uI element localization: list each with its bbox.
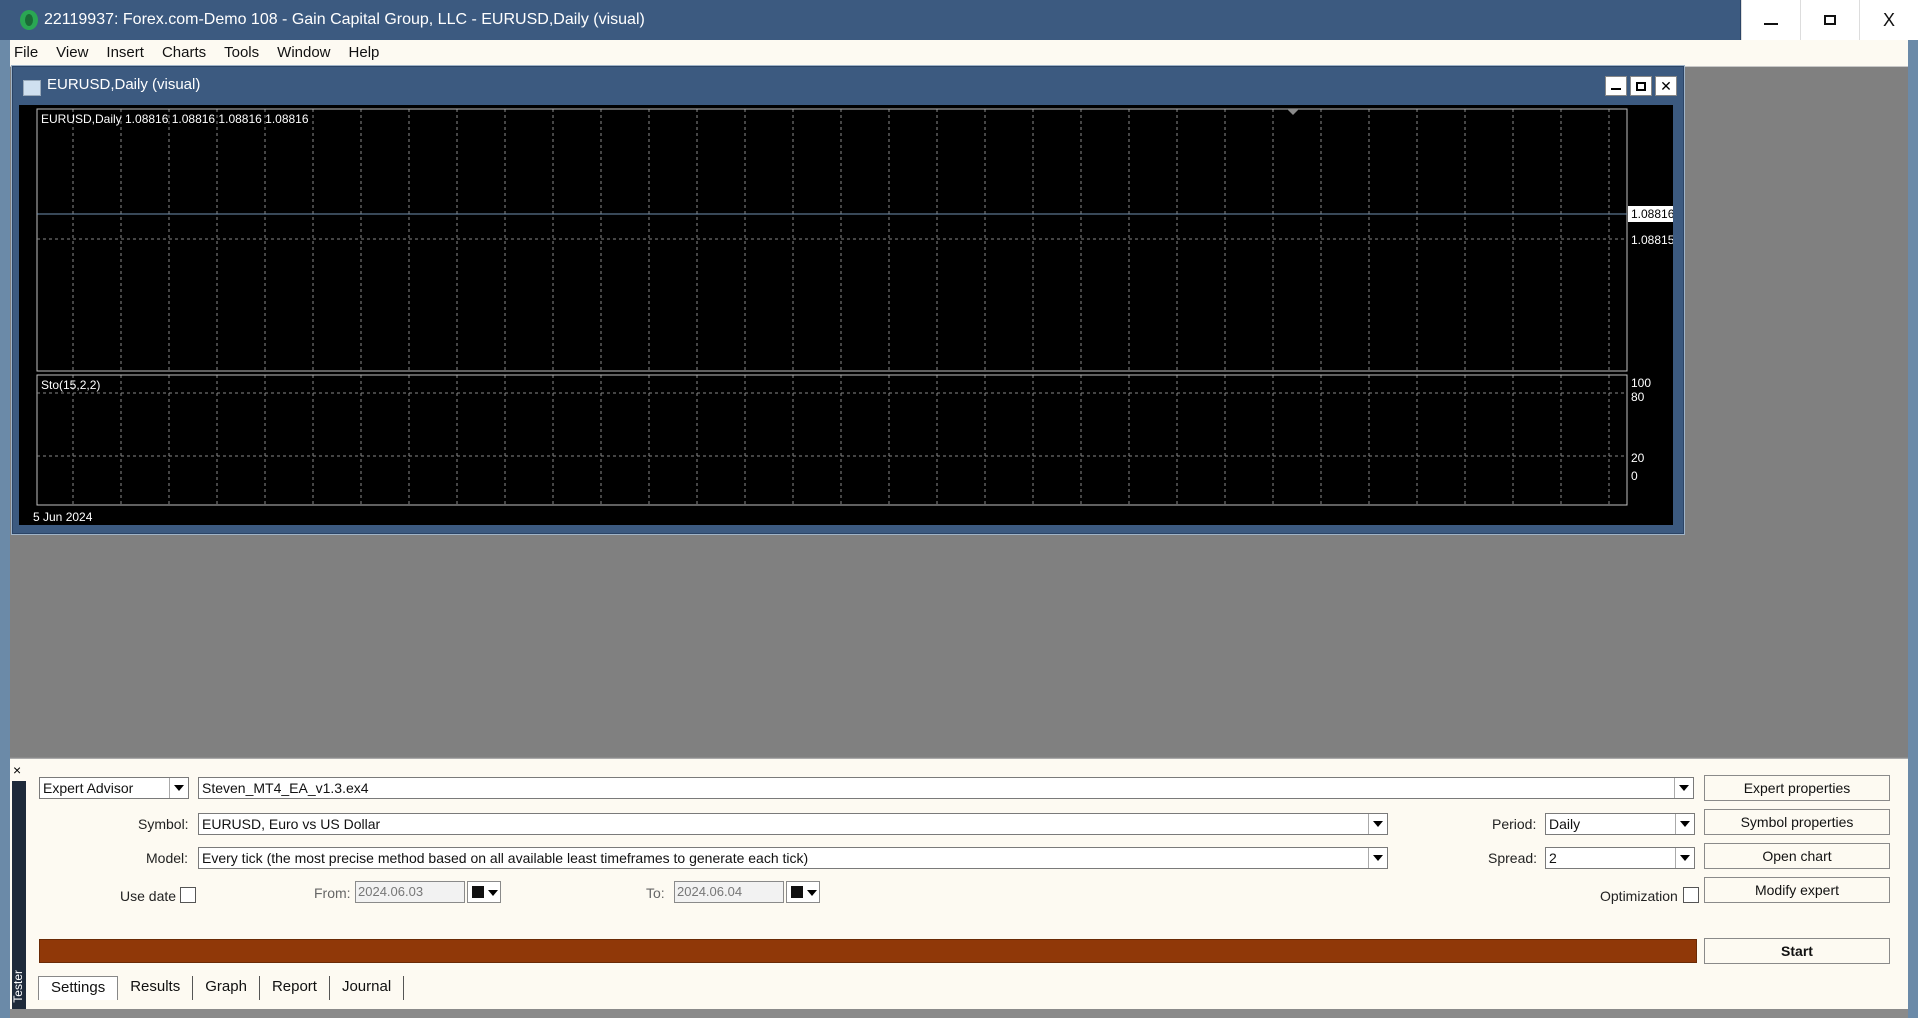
menu-charts[interactable]: Charts — [153, 40, 215, 66]
indicator-pane-frame — [36, 374, 1628, 506]
chart-icon — [23, 80, 41, 96]
indicator-tick-100: 100 — [1631, 376, 1651, 390]
chevron-down-icon — [488, 890, 498, 896]
use-date-checkbox[interactable] — [180, 887, 196, 903]
tester-side-tab: Tester — [11, 781, 26, 1009]
chart-header-label: EURUSD,Daily 1.08816 1.08816 1.08816 1.0… — [41, 112, 309, 126]
current-price-label: 1.08816 — [1631, 207, 1673, 221]
chart-minimize-button[interactable] — [1605, 76, 1627, 96]
symbol-combo[interactable]: EURUSD, Euro vs US Dollar — [198, 813, 1388, 835]
expert-file-value: Steven_MT4_EA_v1.3.ex4 — [202, 780, 369, 796]
optimization-checkbox[interactable] — [1683, 887, 1699, 903]
chart-maximize-button[interactable] — [1630, 76, 1652, 96]
model-label: Model: — [146, 850, 189, 866]
model-value: Every tick (the most precise method base… — [202, 850, 809, 866]
shift-marker-icon[interactable] — [1287, 109, 1299, 115]
period-combo[interactable]: Daily — [1545, 813, 1695, 835]
test-progress-bar — [39, 939, 1697, 963]
chevron-down-icon[interactable] — [169, 778, 188, 798]
indicator-label: Sto(15,2,2) — [41, 378, 100, 392]
app-icon — [20, 10, 38, 30]
chevron-down-icon[interactable] — [1674, 778, 1693, 798]
tab-journal[interactable]: Journal — [330, 976, 405, 1000]
menu-help[interactable]: Help — [340, 40, 389, 66]
chart-window-titlebar[interactable]: EURUSD,Daily (visual) ✕ — [13, 67, 1683, 105]
vertical-gridlines — [72, 109, 1610, 505]
maximize-button[interactable] — [1800, 0, 1859, 40]
close-button[interactable]: X — [1859, 0, 1918, 40]
maximize-icon — [1636, 81, 1646, 91]
indicator-tick-20: 20 — [1631, 451, 1645, 465]
title-bar: 22119937: Forex.com-Demo 108 - Gain Capi… — [0, 0, 1918, 40]
symbol-properties-button[interactable]: Symbol properties — [1704, 809, 1890, 835]
date-label: 5 Jun 2024 — [33, 510, 93, 524]
from-label: From: — [314, 885, 351, 901]
spread-value: 2 — [1549, 850, 1557, 866]
window-controls: X — [1740, 0, 1918, 40]
spread-label: Spread: — [1488, 850, 1538, 866]
minimize-icon — [1611, 88, 1621, 90]
chevron-down-icon[interactable] — [1368, 814, 1387, 834]
menu-insert[interactable]: Insert — [97, 40, 153, 66]
chevron-down-icon[interactable] — [1368, 848, 1387, 868]
expert-file-combo[interactable]: Steven_MT4_EA_v1.3.ex4 — [198, 777, 1694, 799]
symbol-label: Symbol: — [138, 816, 189, 832]
spread-combo[interactable]: 2 — [1545, 847, 1695, 869]
tab-graph[interactable]: Graph — [193, 976, 260, 1000]
to-date-picker[interactable] — [786, 881, 820, 903]
tester-tabs: Settings Results Graph Report Journal — [38, 976, 405, 1000]
menu-bar: File View Insert Charts Tools Window Help — [0, 40, 1918, 67]
chart-window: EURUSD,Daily (visual) ✕ EURUSD,Daily 1.0… — [12, 66, 1684, 534]
from-date-input[interactable]: 2024.06.03 — [355, 881, 465, 903]
main-pane-frame — [36, 108, 1628, 372]
open-chart-button[interactable]: Open chart — [1704, 843, 1890, 869]
tab-settings[interactable]: Settings — [38, 976, 119, 1000]
use-date-label: Use date — [120, 888, 177, 904]
menu-tools[interactable]: Tools — [215, 40, 268, 66]
left-border — [0, 40, 10, 1018]
tester-side-label: Tester — [11, 970, 25, 1003]
period-label: Period: — [1492, 816, 1537, 832]
strategy-tester-panel: × Tester Expert Advisor Steven_MT4_EA_v1… — [10, 758, 1908, 1009]
indicator-tick-0: 0 — [1631, 469, 1638, 483]
tab-report[interactable]: Report — [260, 976, 330, 1000]
minimize-button[interactable] — [1741, 0, 1800, 40]
chevron-down-icon[interactable] — [1675, 814, 1694, 834]
tester-type-combo[interactable]: Expert Advisor — [39, 777, 189, 799]
window-title: 22119937: Forex.com-Demo 108 - Gain Capi… — [44, 11, 645, 28]
expert-properties-button[interactable]: Expert properties — [1704, 775, 1890, 801]
chart-close-button[interactable]: ✕ — [1655, 76, 1677, 96]
to-label: To: — [646, 885, 665, 901]
close-icon: ✕ — [1660, 77, 1672, 94]
to-date-input[interactable]: 2024.06.04 — [674, 881, 784, 903]
tester-close-icon[interactable]: × — [13, 762, 21, 778]
minimize-icon — [1764, 23, 1778, 25]
optimization-label: Optimization — [1600, 888, 1678, 904]
calendar-icon — [472, 886, 484, 898]
chevron-down-icon — [807, 890, 817, 896]
price-tick-label: 1.08815 — [1631, 233, 1673, 247]
chevron-down-icon[interactable] — [1675, 848, 1694, 868]
close-icon: X — [1882, 9, 1895, 30]
modify-expert-button[interactable]: Modify expert — [1704, 877, 1890, 903]
menu-view[interactable]: View — [47, 40, 97, 66]
indicator-tick-80: 80 — [1631, 390, 1645, 404]
period-value: Daily — [1549, 816, 1581, 832]
calendar-icon — [791, 886, 803, 898]
right-border — [1908, 40, 1918, 1018]
model-combo[interactable]: Every tick (the most precise method base… — [198, 847, 1388, 869]
start-button[interactable]: Start — [1704, 938, 1890, 964]
from-date-picker[interactable] — [467, 881, 501, 903]
chart-svg: EURUSD,Daily 1.08816 1.08816 1.08816 1.0… — [33, 108, 1673, 524]
tester-type-value: Expert Advisor — [43, 780, 134, 796]
symbol-value: EURUSD, Euro vs US Dollar — [202, 816, 381, 832]
menu-window[interactable]: Window — [268, 40, 339, 66]
chart-window-title: EURUSD,Daily (visual) — [47, 76, 201, 93]
maximize-icon — [1824, 15, 1836, 25]
chart-window-controls: ✕ — [1605, 76, 1677, 96]
chart-area[interactable]: EURUSD,Daily 1.08816 1.08816 1.08816 1.0… — [19, 105, 1673, 525]
tab-results[interactable]: Results — [118, 976, 194, 1000]
